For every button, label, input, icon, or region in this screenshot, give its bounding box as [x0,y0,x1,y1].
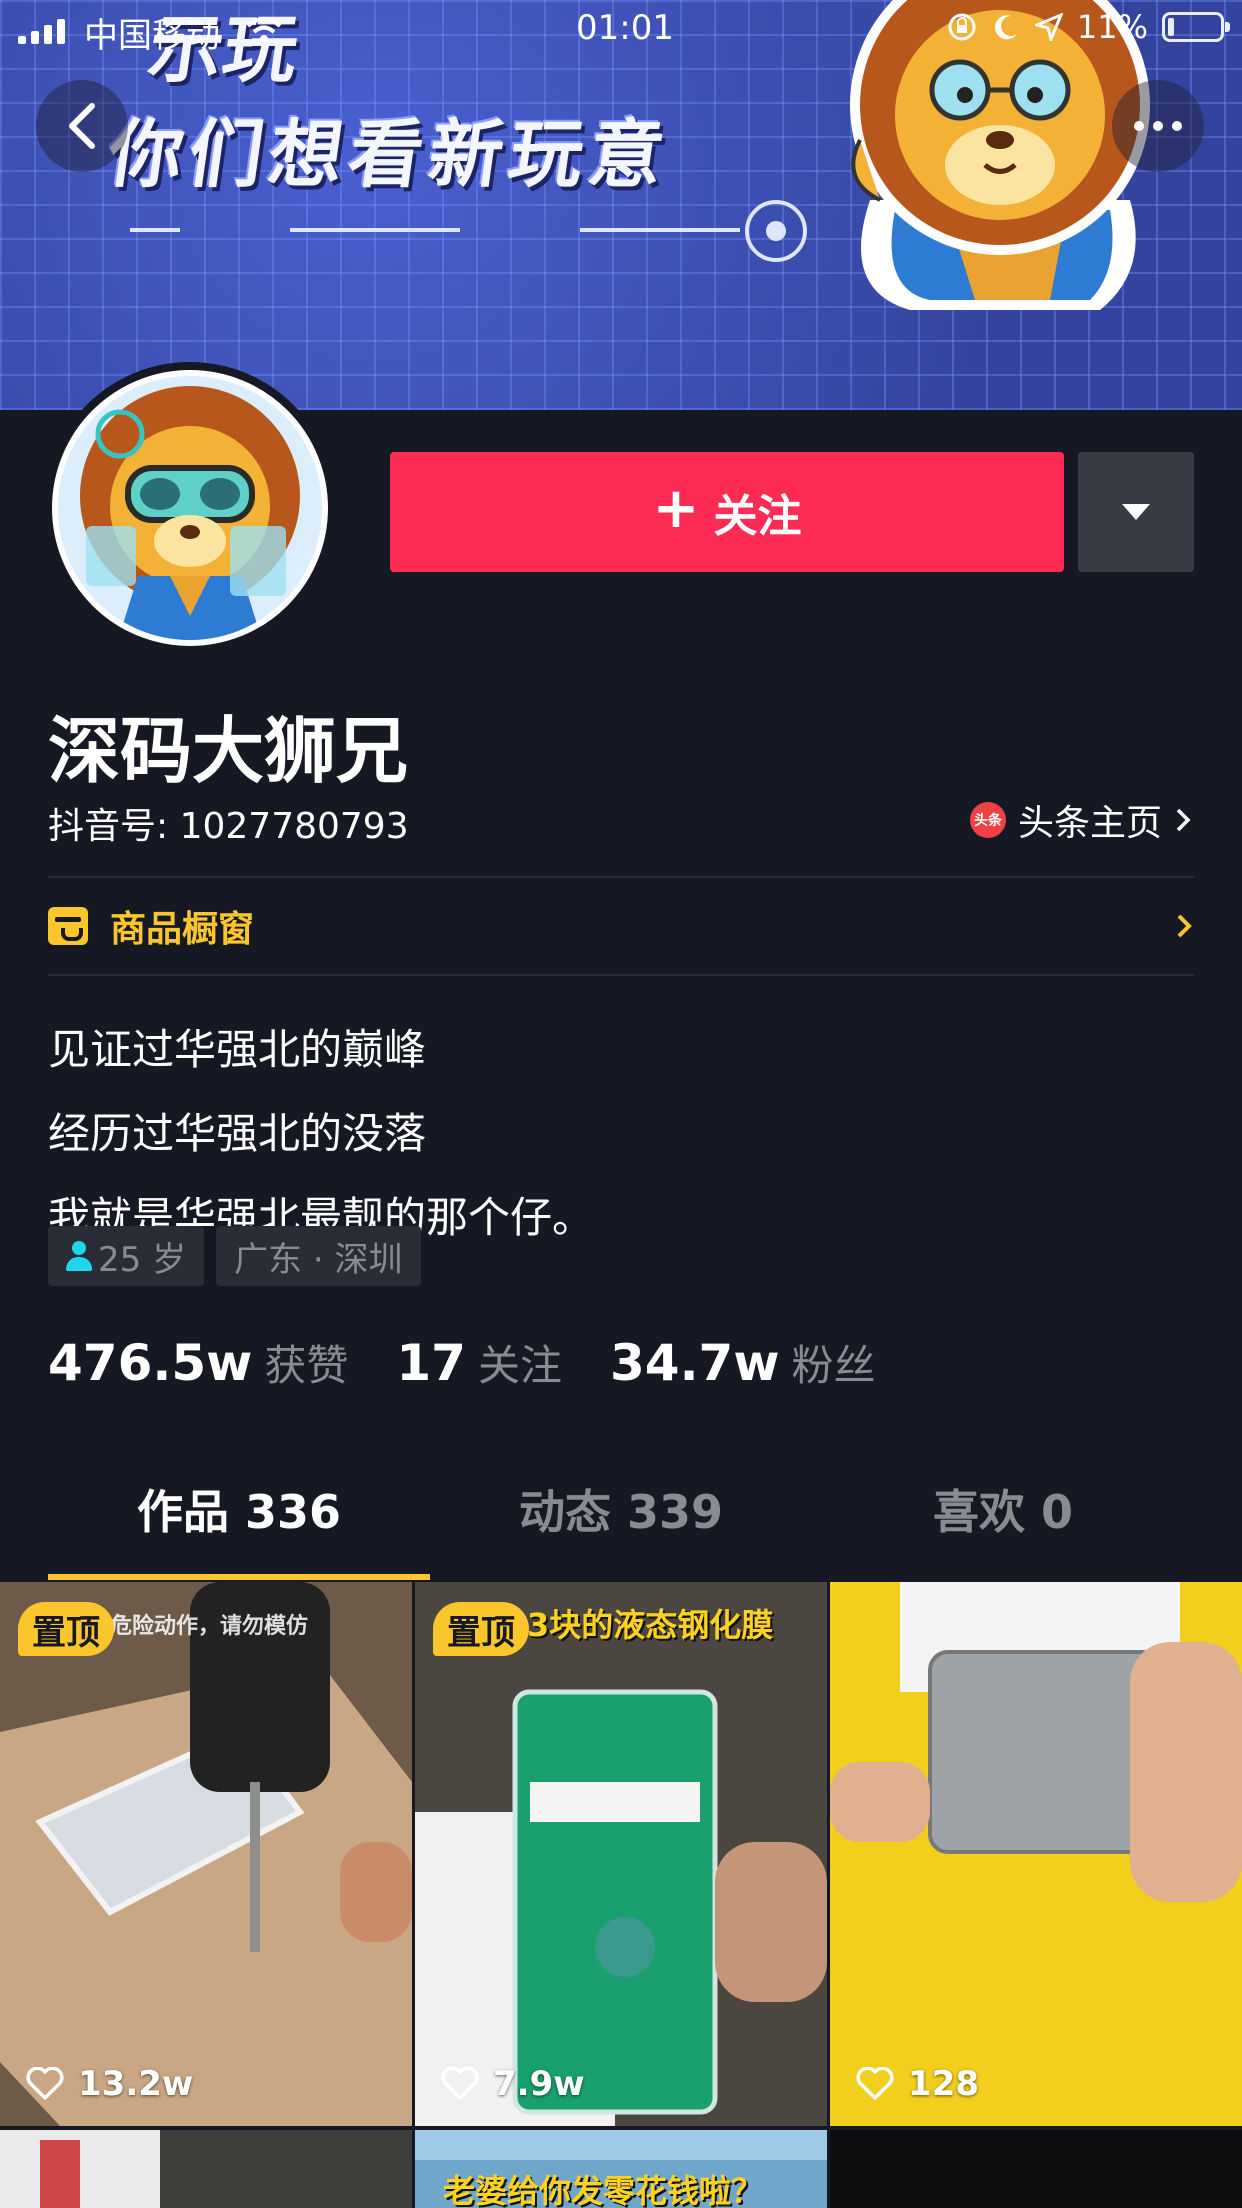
divider [48,974,1194,976]
shop-window-row[interactable]: 商品橱窗 [48,878,1194,974]
followers-count[interactable]: 34.7w [610,1334,780,1392]
age-tag: 25 岁 [48,1226,205,1286]
person-icon [66,1241,92,1271]
avatar[interactable] [44,362,336,654]
more-button[interactable] [1112,80,1204,172]
banner-target-decor [745,200,807,262]
active-tab-indicator [48,1574,430,1580]
content-tabs: 作品 336 动态 339 喜欢 0 [48,1476,1194,1580]
video-thumbnail[interactable] [830,2130,1242,2208]
banner-decor-line [130,228,180,232]
bio-line: 见证过华强北的巅峰 [48,1025,427,1074]
banner-text-line2: 你们想看新玩意 [103,112,676,198]
douyin-id: 抖音号: 1027780793 [48,806,409,847]
video-likes-count: 128 [908,2064,979,2104]
plus-icon: + [652,476,700,541]
video-thumbnail[interactable] [0,2130,412,2208]
battery-icon [1162,12,1230,42]
video-thumbnail-image [0,2130,412,2208]
follow-button-label: 关注 [713,491,802,542]
toutiao-label: 头条主页 [1017,803,1162,844]
video-thumbnail-image [415,1582,827,2126]
heart-icon [856,2067,894,2100]
profile-tags: 25 岁 广东 · 深圳 [48,1226,421,1286]
recommend-dropdown-button[interactable] [1078,452,1194,572]
toutiao-homepage-link[interactable]: 头条 头条主页 [969,794,1192,846]
location-arrow-icon [1034,13,1063,41]
video-thumbnail-image [0,1582,412,2126]
chevron-right-icon [1176,808,1191,832]
back-button[interactable] [36,80,128,172]
age-label: 25 岁 [98,1239,187,1280]
video-caption: 老婆给你发零花钱啦？ [443,2172,764,2208]
video-thumbnail[interactable]: 危险动作，请勿模仿 置顶 13.2w [0,1582,412,2126]
back-chevron-icon [69,103,95,149]
tab-dynamics[interactable]: 动态 339 [430,1476,812,1580]
avatar-lion-illustration [58,376,322,640]
shop-window-label: 商品橱窗 [110,909,255,950]
video-likes: 128 [856,2064,979,2104]
banner-decor-line [580,228,740,232]
following-label[interactable]: 关注 [478,1332,562,1393]
video-thumbnail[interactable]: 128 [830,1582,1242,2126]
profile-stats: 476.5w 获赞 17 关注 34.7w 粉丝 [48,1332,924,1393]
pinned-badge: 置顶 [433,1602,529,1656]
tab-works[interactable]: 作品 336 [48,1476,430,1580]
more-dots-icon [1134,121,1182,131]
profile-banner: 示玩 你们想看新玩意 [0,0,1242,410]
video-thumbnail-image [830,1582,1242,2126]
battery-percent: 11% [1076,8,1148,46]
video-likes-count: 13.2w [78,2064,194,2104]
followers-label[interactable]: 粉丝 [792,1332,876,1393]
moon-icon [994,15,1017,40]
video-likes: 7.9w [441,2064,585,2104]
clock: 01:01 [576,8,674,48]
following-count[interactable]: 17 [396,1334,466,1392]
profile-name: 深码大狮兄 [48,709,409,793]
chevron-right-icon [1177,914,1192,938]
location-label: 广东 · 深圳 [234,1239,403,1280]
location-tag: 广东 · 深圳 [216,1226,421,1286]
toutiao-icon: 头条 [969,802,1006,838]
shop-icon [48,907,88,945]
video-thumbnail[interactable]: 3块的液态钢化膜 置顶 7.9w [415,1582,827,2126]
pinned-badge: 置顶 [18,1602,114,1656]
tab-likes[interactable]: 喜欢 0 [812,1476,1194,1580]
bio: 见证过华强北的巅峰 经历过华强北的没落 我就是华强北最靓的那个仔。 [48,1008,1198,1260]
video-thumbnail[interactable]: 老婆给你发零花钱啦？ [415,2130,827,2208]
video-likes: 13.2w [26,2064,193,2104]
banner-decor-line [290,228,460,232]
likes-label: 获赞 [264,1341,349,1390]
dropdown-triangle-icon [1122,504,1150,520]
heart-icon [441,2067,479,2100]
likes-count: 476.5w [48,1334,253,1392]
bio-line: 经历过华强北的没落 [48,1109,427,1158]
wifi-icon [246,17,282,43]
video-likes-count: 7.9w [493,2064,585,2104]
lock-rotation-icon [948,13,976,41]
follow-button[interactable]: + 关注 [390,452,1064,572]
heart-icon [26,2067,64,2100]
video-caption: 危险动作，请勿模仿 [110,1614,309,1639]
carrier-label: 中国移动 [84,16,220,56]
signal-icon [18,18,65,44]
status-bar: 中国移动 01:01 11% [0,0,1242,60]
video-caption: 3块的液态钢化膜 [527,1606,774,1644]
